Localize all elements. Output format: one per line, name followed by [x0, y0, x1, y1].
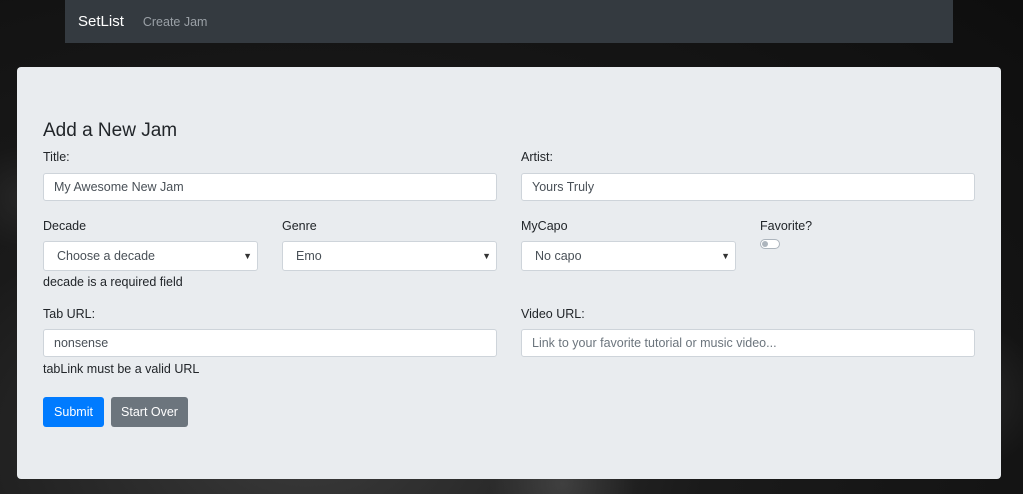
add-jam-form: Add a New Jam Title: My Awesome New Jam …	[17, 67, 1001, 479]
submit-button[interactable]: Submit	[43, 397, 104, 427]
chevron-down-icon: ▼	[482, 251, 491, 261]
tab-url-input[interactable]: nonsense	[43, 329, 497, 357]
brand-link[interactable]: SetList	[78, 13, 124, 30]
decade-error: decade is a required field	[43, 275, 183, 289]
favorite-toggle[interactable]	[760, 239, 780, 249]
mycapo-selected-value: No capo	[535, 249, 582, 263]
chevron-down-icon: ▼	[243, 251, 252, 261]
toggle-knob	[762, 241, 768, 247]
artist-label: Artist:	[521, 150, 553, 164]
genre-label: Genre	[282, 219, 317, 233]
form-heading: Add a New Jam	[43, 120, 178, 141]
chevron-down-icon: ▼	[721, 251, 730, 261]
nav-link-create-jam[interactable]: Create Jam	[143, 15, 208, 29]
title-label: Title:	[43, 150, 70, 164]
mycapo-select[interactable]: No capo ▼	[521, 241, 736, 271]
decade-select[interactable]: Choose a decade ▼	[43, 241, 258, 271]
start-over-button[interactable]: Start Over	[111, 397, 188, 427]
genre-selected-value: Emo	[296, 249, 322, 263]
video-url-label: Video URL:	[521, 307, 585, 321]
tab-url-error: tabLink must be a valid URL	[43, 362, 200, 376]
artist-input[interactable]: Yours Truly	[521, 173, 975, 201]
mycapo-label: MyCapo	[521, 219, 568, 233]
tab-url-label: Tab URL:	[43, 307, 96, 321]
genre-select[interactable]: Emo ▼	[282, 241, 497, 271]
video-url-input[interactable]: Link to your favorite tutorial or music …	[521, 329, 975, 357]
decade-label: Decade	[43, 219, 87, 233]
decade-selected-value: Choose a decade	[57, 249, 155, 263]
title-input[interactable]: My Awesome New Jam	[43, 173, 497, 201]
favorite-label: Favorite?	[760, 219, 813, 233]
navbar: SetList Create Jam	[65, 0, 953, 43]
